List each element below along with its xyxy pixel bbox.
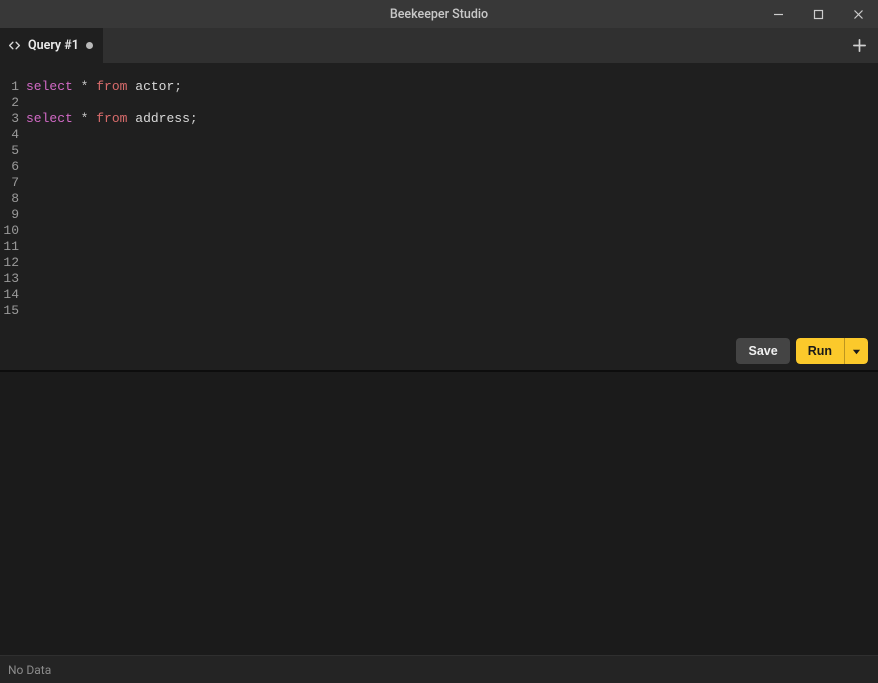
line-number: 10 bbox=[0, 223, 19, 239]
code-line[interactable] bbox=[26, 223, 878, 239]
run-button-group: Run bbox=[796, 338, 868, 364]
run-button[interactable]: Run bbox=[796, 338, 844, 364]
maximize-icon bbox=[813, 9, 824, 20]
code-icon bbox=[8, 39, 21, 52]
line-number: 15 bbox=[0, 303, 19, 319]
app-title: Beekeeper Studio bbox=[390, 7, 488, 22]
line-number: 5 bbox=[0, 143, 19, 159]
maximize-button[interactable] bbox=[798, 0, 838, 28]
code-line[interactable] bbox=[26, 239, 878, 255]
statusbar: No Data bbox=[0, 655, 878, 683]
line-number: 13 bbox=[0, 271, 19, 287]
code-line[interactable] bbox=[26, 175, 878, 191]
line-number: 1 bbox=[0, 79, 19, 95]
caret-down-icon bbox=[852, 347, 861, 356]
tab-query-1[interactable]: Query #1 bbox=[0, 28, 103, 63]
code-line[interactable] bbox=[26, 207, 878, 223]
minimize-icon bbox=[773, 9, 784, 20]
line-number: 2 bbox=[0, 95, 19, 111]
tab-label: Query #1 bbox=[28, 38, 79, 53]
line-number: 9 bbox=[0, 207, 19, 223]
status-message: No Data bbox=[8, 663, 51, 677]
code-line[interactable] bbox=[26, 127, 878, 143]
editor-area[interactable]: 123456789101112131415 select * from acto… bbox=[0, 63, 878, 370]
code-line[interactable] bbox=[26, 303, 878, 319]
window-controls bbox=[758, 0, 878, 28]
line-number: 6 bbox=[0, 159, 19, 175]
code-line[interactable] bbox=[26, 143, 878, 159]
run-dropdown-button[interactable] bbox=[844, 338, 868, 364]
save-button[interactable]: Save bbox=[736, 338, 789, 364]
line-number: 11 bbox=[0, 239, 19, 255]
line-number: 8 bbox=[0, 191, 19, 207]
code-line[interactable] bbox=[26, 255, 878, 271]
code-line[interactable] bbox=[26, 271, 878, 287]
code-line[interactable] bbox=[26, 287, 878, 303]
dirty-indicator-icon bbox=[86, 42, 93, 49]
line-number: 4 bbox=[0, 127, 19, 143]
code-line[interactable] bbox=[26, 159, 878, 175]
line-number: 7 bbox=[0, 175, 19, 191]
tabbar: Query #1 bbox=[0, 28, 878, 63]
close-icon bbox=[853, 9, 864, 20]
line-number: 14 bbox=[0, 287, 19, 303]
code-line[interactable]: select * from actor; bbox=[26, 79, 878, 95]
minimize-button[interactable] bbox=[758, 0, 798, 28]
results-pane bbox=[0, 372, 878, 655]
line-gutter: 123456789101112131415 bbox=[0, 79, 26, 370]
sql-editor: 123456789101112131415 select * from acto… bbox=[0, 63, 878, 370]
line-number: 3 bbox=[0, 111, 19, 127]
editor-actions: Save Run bbox=[736, 338, 868, 364]
add-tab-button[interactable] bbox=[840, 28, 878, 63]
code-line[interactable] bbox=[26, 191, 878, 207]
titlebar: Beekeeper Studio bbox=[0, 0, 878, 28]
line-number: 12 bbox=[0, 255, 19, 271]
plus-icon bbox=[852, 38, 867, 53]
code-content[interactable]: select * from actor; select * from addres… bbox=[26, 79, 878, 370]
code-line[interactable] bbox=[26, 95, 878, 111]
close-button[interactable] bbox=[838, 0, 878, 28]
code-line[interactable]: select * from address; bbox=[26, 111, 878, 127]
